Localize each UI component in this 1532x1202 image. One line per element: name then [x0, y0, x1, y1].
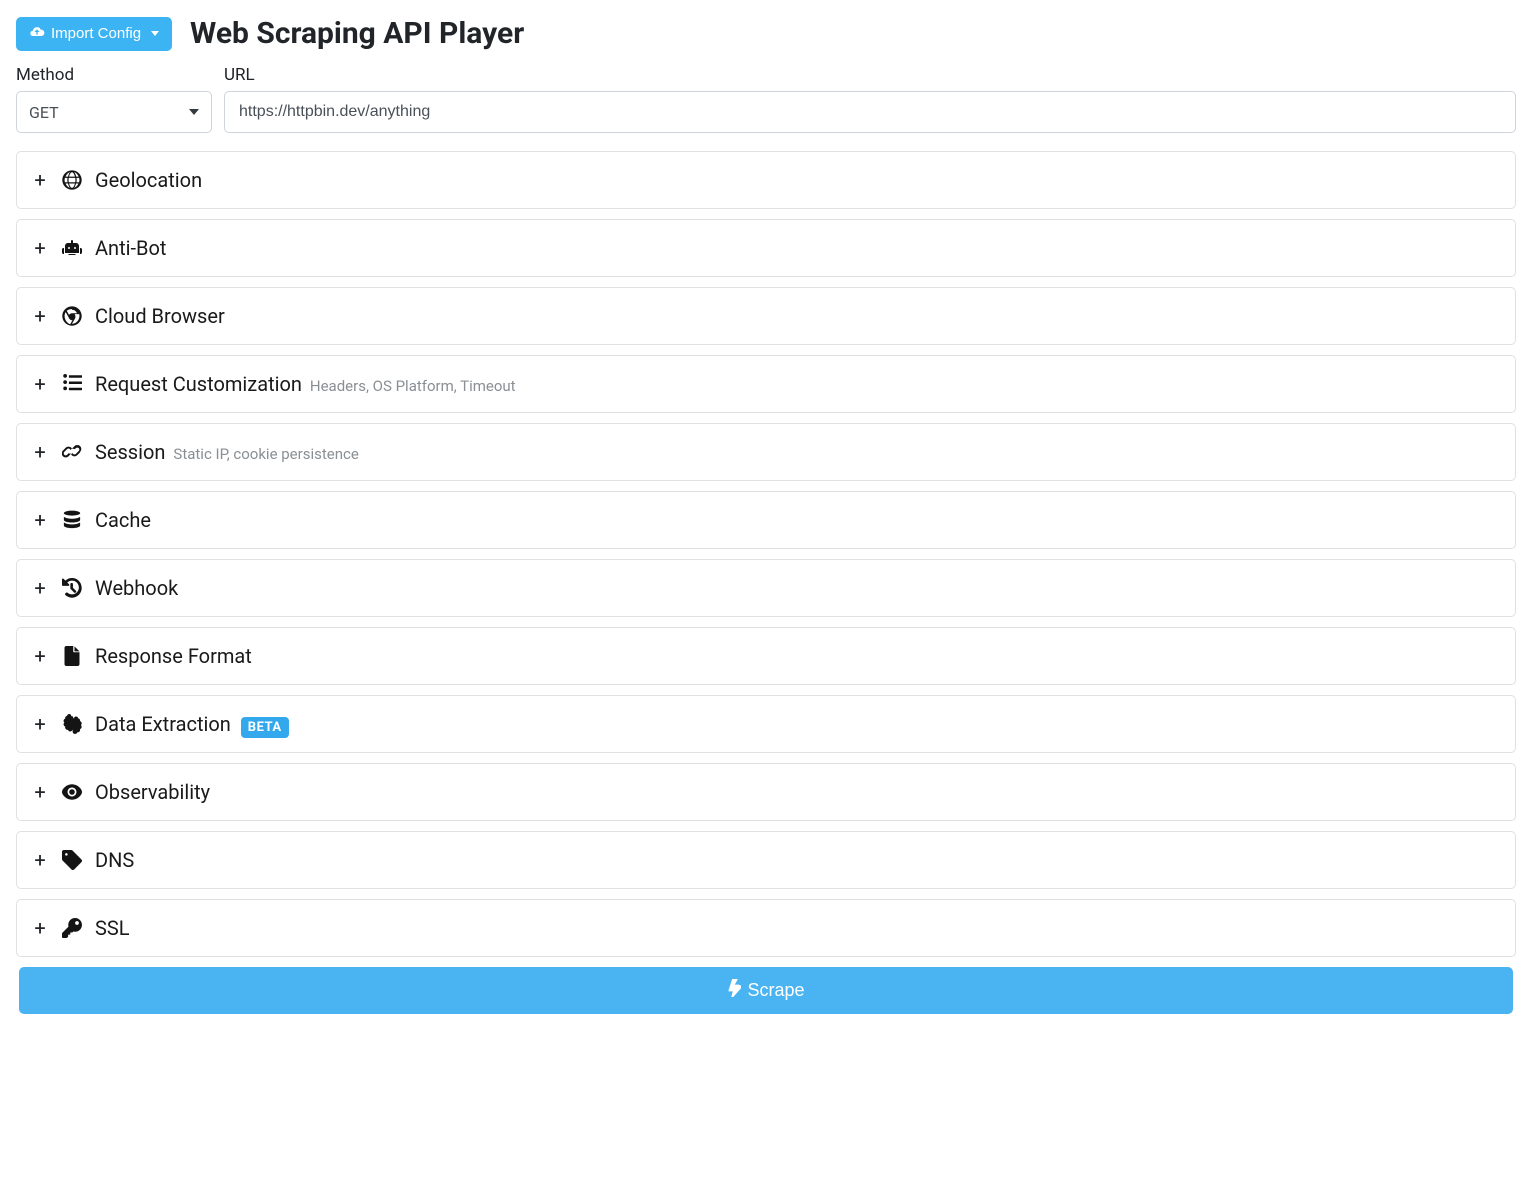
- panel-title: Webhook: [95, 576, 178, 600]
- cloud-upload-icon: [29, 24, 45, 44]
- panel-title: Session: [95, 440, 165, 464]
- panel-title: Cloud Browser: [95, 304, 225, 328]
- scrape-label: Scrape: [747, 980, 804, 1001]
- robot-icon: [61, 238, 83, 258]
- panel-title: Request Customization: [95, 372, 302, 396]
- plus-icon: +: [31, 442, 49, 462]
- panel-title: Data Extraction: [95, 712, 231, 736]
- chevron-down-icon: [189, 109, 199, 115]
- plus-icon: +: [31, 374, 49, 394]
- panel-subtitle: Static IP, cookie persistence: [173, 445, 358, 463]
- key-icon: [61, 918, 83, 938]
- panel-title: Anti-Bot: [95, 236, 166, 260]
- brain-icon: [61, 714, 83, 734]
- panel-title: Response Format: [95, 644, 252, 668]
- panel-title: Cache: [95, 508, 151, 532]
- tag-icon: [61, 850, 83, 870]
- plus-icon: +: [31, 850, 49, 870]
- panel-ssl[interactable]: + SSL: [16, 899, 1516, 957]
- panel-title: SSL: [95, 916, 130, 940]
- method-value: GET: [29, 103, 59, 122]
- eye-icon: [61, 782, 83, 802]
- plus-icon: +: [31, 306, 49, 326]
- panel-cloud-browser[interactable]: + Cloud Browser: [16, 287, 1516, 345]
- page-title: Web Scraping API Player: [190, 16, 524, 51]
- panel-webhook[interactable]: + Webhook: [16, 559, 1516, 617]
- panel-title: DNS: [95, 848, 134, 872]
- bolt-icon: [727, 979, 741, 1002]
- plus-icon: +: [31, 646, 49, 666]
- plus-icon: +: [31, 918, 49, 938]
- panel-session[interactable]: + Session Static IP, cookie persistence: [16, 423, 1516, 481]
- list-icon: [61, 374, 83, 394]
- panel-title: Geolocation: [95, 168, 202, 192]
- method-label: Method: [16, 65, 212, 85]
- plus-icon: +: [31, 170, 49, 190]
- panel-data-extraction[interactable]: + Data Extraction BETA: [16, 695, 1516, 753]
- plus-icon: +: [31, 510, 49, 530]
- globe-icon: [61, 170, 83, 190]
- panel-anti-bot[interactable]: + Anti-Bot: [16, 219, 1516, 277]
- panel-dns[interactable]: + DNS: [16, 831, 1516, 889]
- chevron-down-icon: [151, 31, 159, 36]
- url-label: URL: [224, 65, 1516, 85]
- plus-icon: +: [31, 782, 49, 802]
- method-select[interactable]: GET: [16, 91, 212, 133]
- import-config-button[interactable]: Import Config: [16, 17, 172, 51]
- panel-request-customization[interactable]: + Request Customization Headers, OS Platf…: [16, 355, 1516, 413]
- plus-icon: +: [31, 578, 49, 598]
- beta-badge: BETA: [241, 717, 289, 738]
- chrome-icon: [61, 306, 83, 326]
- panel-subtitle: Headers, OS Platform, Timeout: [310, 377, 516, 395]
- panel-response-format[interactable]: + Response Format: [16, 627, 1516, 685]
- url-input[interactable]: [224, 91, 1516, 133]
- import-config-label: Import Config: [51, 25, 141, 42]
- file-icon: [61, 646, 83, 666]
- database-icon: [61, 510, 83, 530]
- panel-observability[interactable]: + Observability: [16, 763, 1516, 821]
- scrape-button[interactable]: Scrape: [19, 967, 1513, 1014]
- history-icon: [61, 578, 83, 598]
- panel-cache[interactable]: + Cache: [16, 491, 1516, 549]
- link-icon: [61, 442, 83, 462]
- plus-icon: +: [31, 238, 49, 258]
- plus-icon: +: [31, 714, 49, 734]
- panel-geolocation[interactable]: + Geolocation: [16, 151, 1516, 209]
- panel-title: Observability: [95, 780, 210, 804]
